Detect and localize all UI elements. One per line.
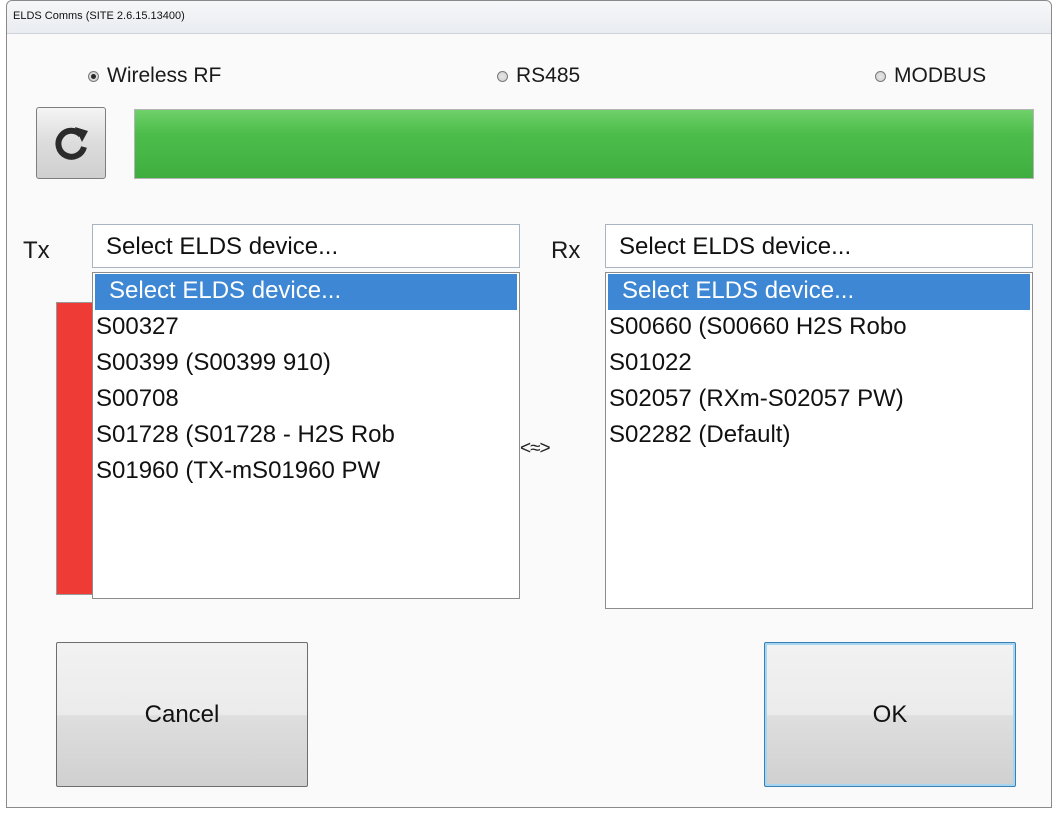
rx-list-item[interactable]: S02282 (Default) <box>606 418 1032 454</box>
rx-list-item[interactable]: S02057 (RXm-S02057 PW) <box>606 382 1032 418</box>
radio-wireless-rf-label: Wireless RF <box>107 64 222 87</box>
title-bar[interactable]: ELDS Comms (SITE 2.6.15.13400) <box>7 1 1051 34</box>
link-swap-indicator: <≈> <box>520 438 551 459</box>
rx-device-combo[interactable]: Select ELDS device... <box>605 224 1033 268</box>
radio-wireless-rf-dot[interactable] <box>88 70 99 82</box>
radio-modbus[interactable]: MODBUS <box>875 64 986 88</box>
radio-rs485[interactable]: RS485 <box>497 64 580 88</box>
dialog-content: Wireless RF RS485 MODBUS Tx Select ELDS … <box>7 34 1051 807</box>
tx-list-item[interactable]: Select ELDS device... <box>95 274 517 310</box>
radio-rs485-label: RS485 <box>516 64 581 87</box>
rx-label: Rx <box>551 237 581 264</box>
connection-progress-bar <box>134 109 1034 179</box>
radio-modbus-label: MODBUS <box>894 64 987 87</box>
tx-list-item[interactable]: S00708 <box>93 382 519 418</box>
radio-rs485-dot[interactable] <box>497 70 508 82</box>
elds-comms-window: ELDS Comms (SITE 2.6.15.13400) Wireless … <box>6 0 1052 808</box>
window-title: ELDS Comms (SITE 2.6.15.13400) <box>13 10 185 22</box>
tx-label: Tx <box>23 237 50 264</box>
radio-modbus-dot[interactable] <box>875 70 886 82</box>
refresh-button[interactable] <box>36 107 106 179</box>
tx-list-item[interactable]: S01728 (S01728 - H2S Rob <box>93 418 519 454</box>
rx-list-item[interactable]: S01022 <box>606 346 1032 382</box>
tx-device-list[interactable]: Select ELDS device... S00327 S00399 (S0039… <box>92 272 520 599</box>
cancel-button[interactable]: Cancel <box>56 642 308 787</box>
tx-list-item[interactable]: S00399 (S00399 910) <box>93 346 519 382</box>
progress-fill <box>135 110 1033 178</box>
rx-list-item[interactable]: Select ELDS device... <box>608 274 1030 310</box>
refresh-icon <box>55 127 88 160</box>
tx-list-item[interactable]: S01960 (TX-mS01960 PW <box>93 454 519 490</box>
tx-list-item[interactable]: S00327 <box>93 310 519 346</box>
rx-device-list[interactable]: Select ELDS device... S00660 (S00660 H2S … <box>605 272 1033 609</box>
ok-button[interactable]: OK <box>764 642 1016 787</box>
tx-device-combo[interactable]: Select ELDS device... <box>92 224 520 268</box>
radio-wireless-rf[interactable]: Wireless RF <box>88 64 221 88</box>
rx-list-item[interactable]: S00660 (S00660 H2S Robo <box>606 310 1032 346</box>
